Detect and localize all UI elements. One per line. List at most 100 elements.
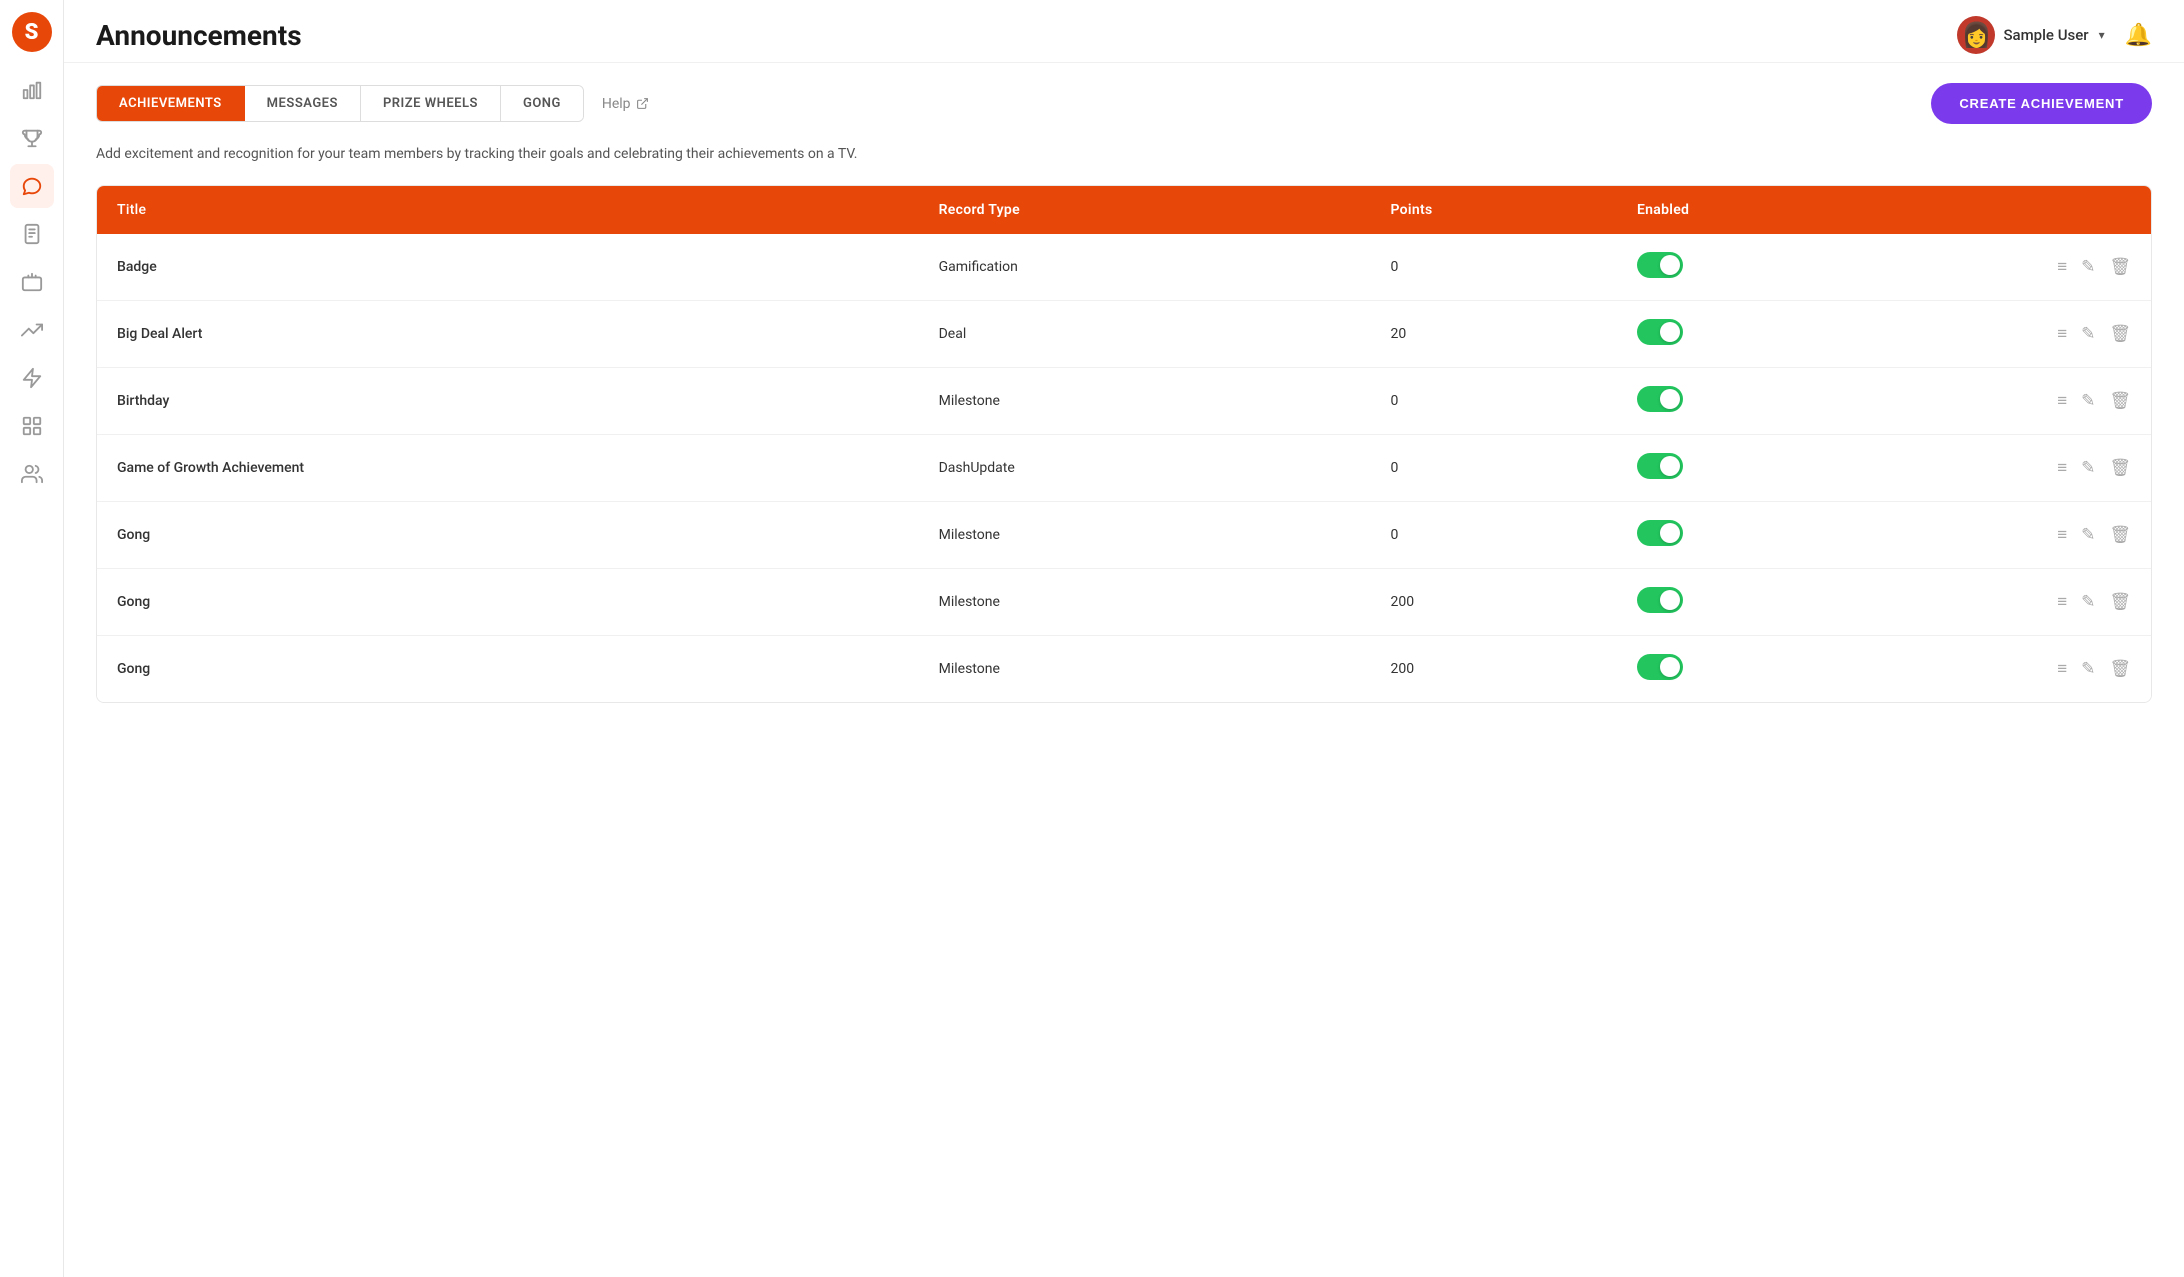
cell-points-0: 0 [1370,234,1616,301]
cell-actions-3: ≡ ✎ 🗑 [1863,435,2151,502]
delete-icon-6[interactable]: 🗑 [2109,659,2131,679]
tab-gong[interactable]: GONG [501,86,583,121]
action-icons-6: ≡ ✎ 🗑 [1883,659,2131,679]
cell-title-6: Gong [97,636,919,703]
list-icon-4[interactable]: ≡ [2057,525,2067,545]
cell-points-6: 200 [1370,636,1616,703]
cell-points-4: 0 [1370,502,1616,569]
page-header: Announcements 👩 Sample User ▾ 🔔 [64,0,2184,63]
list-icon-5[interactable]: ≡ [2057,592,2067,612]
edit-icon-5[interactable]: ✎ [2081,592,2095,612]
table-header-row: Title Record Type Points Enabled [97,186,2151,234]
cell-title-4: Gong [97,502,919,569]
toggle-0[interactable] [1637,252,1683,278]
sidebar-item-trophy[interactable] [10,116,54,160]
edit-icon-0[interactable]: ✎ [2081,257,2095,277]
notification-bell-icon[interactable]: 🔔 [2125,23,2152,48]
cell-actions-6: ≡ ✎ 🗑 [1863,636,2151,703]
action-icons-1: ≡ ✎ 🗑 [1883,324,2131,344]
delete-icon-4[interactable]: 🗑 [2109,525,2131,545]
main-content: Announcements 👩 Sample User ▾ 🔔 ACHIEVEM… [64,0,2184,1277]
sidebar-item-integrations[interactable] [10,356,54,400]
cell-title-0: Badge [97,234,919,301]
create-achievement-button[interactable]: CREATE ACHIEVEMENT [1931,83,2152,124]
help-label: Help [602,96,631,112]
avatar: 👩 [1957,16,1995,54]
table-row: Badge Gamification 0 ≡ ✎ 🗑 [97,234,2151,301]
cell-enabled-6 [1617,636,1863,703]
cell-record-type-2: Milestone [919,368,1371,435]
edit-icon-4[interactable]: ✎ [2081,525,2095,545]
toggle-1[interactable] [1637,319,1683,345]
list-icon-1[interactable]: ≡ [2057,324,2067,344]
cell-title-1: Big Deal Alert [97,301,919,368]
help-link[interactable]: Help [602,96,649,112]
cell-actions-5: ≡ ✎ 🗑 [1863,569,2151,636]
sidebar-item-reports[interactable] [10,212,54,256]
delete-icon-0[interactable]: 🗑 [2109,257,2131,277]
toggle-6[interactable] [1637,654,1683,680]
table-row: Gong Milestone 200 ≡ ✎ 🗑 [97,569,2151,636]
col-header-title: Title [97,186,919,234]
app-logo[interactable]: S [12,12,52,52]
col-header-enabled: Enabled [1617,186,1863,234]
tab-bar: ACHIEVEMENTS MESSAGES PRIZE WHEELS GONG … [96,83,2152,124]
achievements-table: Title Record Type Points Enabled Badge G… [96,185,2152,703]
edit-icon-3[interactable]: ✎ [2081,458,2095,478]
edit-icon-1[interactable]: ✎ [2081,324,2095,344]
cell-enabled-2 [1617,368,1863,435]
external-link-icon [636,97,649,110]
delete-icon-5[interactable]: 🗑 [2109,592,2131,612]
cell-enabled-1 [1617,301,1863,368]
user-menu[interactable]: 👩 Sample User ▾ [1957,16,2104,54]
tab-achievements[interactable]: ACHIEVEMENTS [97,86,245,121]
cell-record-type-4: Milestone [919,502,1371,569]
tab-messages[interactable]: MESSAGES [245,86,361,121]
toggle-3[interactable] [1637,453,1683,479]
cell-points-1: 20 [1370,301,1616,368]
table-row: Gong Milestone 200 ≡ ✎ 🗑 [97,636,2151,703]
table-row: Birthday Milestone 0 ≡ ✎ 🗑 [97,368,2151,435]
cell-title-2: Birthday [97,368,919,435]
cell-actions-0: ≡ ✎ 🗑 [1863,234,2151,301]
cell-actions-2: ≡ ✎ 🗑 [1863,368,2151,435]
sidebar-item-groups[interactable] [10,404,54,448]
edit-icon-6[interactable]: ✎ [2081,659,2095,679]
cell-points-5: 200 [1370,569,1616,636]
sidebar-item-users[interactable] [10,452,54,496]
cell-actions-4: ≡ ✎ 🗑 [1863,502,2151,569]
list-icon-2[interactable]: ≡ [2057,391,2067,411]
col-header-record-type: Record Type [919,186,1371,234]
action-icons-4: ≡ ✎ 🗑 [1883,525,2131,545]
page-title: Announcements [96,19,302,52]
delete-icon-3[interactable]: 🗑 [2109,458,2131,478]
list-icon-3[interactable]: ≡ [2057,458,2067,478]
page-description: Add excitement and recognition for your … [96,144,2152,165]
action-icons-5: ≡ ✎ 🗑 [1883,592,2131,612]
cell-record-type-0: Gamification [919,234,1371,301]
toggle-5[interactable] [1637,587,1683,613]
cell-points-2: 0 [1370,368,1616,435]
sidebar-item-announcements[interactable] [10,164,54,208]
sidebar-item-chart[interactable] [10,68,54,112]
cell-record-type-1: Deal [919,301,1371,368]
tabs-container: ACHIEVEMENTS MESSAGES PRIZE WHEELS GONG [96,85,584,122]
toggle-4[interactable] [1637,520,1683,546]
cell-enabled-5 [1617,569,1863,636]
action-icons-0: ≡ ✎ 🗑 [1883,257,2131,277]
delete-icon-2[interactable]: 🗑 [2109,391,2131,411]
cell-record-type-5: Milestone [919,569,1371,636]
list-icon-6[interactable]: ≡ [2057,659,2067,679]
col-header-points: Points [1370,186,1616,234]
list-icon-0[interactable]: ≡ [2057,257,2067,277]
sidebar-item-tv[interactable] [10,260,54,304]
tab-prize-wheels[interactable]: PRIZE WHEELS [361,86,501,121]
edit-icon-2[interactable]: ✎ [2081,391,2095,411]
sidebar-item-analytics[interactable] [10,308,54,352]
table-row: Gong Milestone 0 ≡ ✎ 🗑 [97,502,2151,569]
user-name: Sample User [2003,26,2088,44]
cell-record-type-6: Milestone [919,636,1371,703]
delete-icon-1[interactable]: 🗑 [2109,324,2131,344]
toggle-2[interactable] [1637,386,1683,412]
sidebar: S [0,0,64,1277]
